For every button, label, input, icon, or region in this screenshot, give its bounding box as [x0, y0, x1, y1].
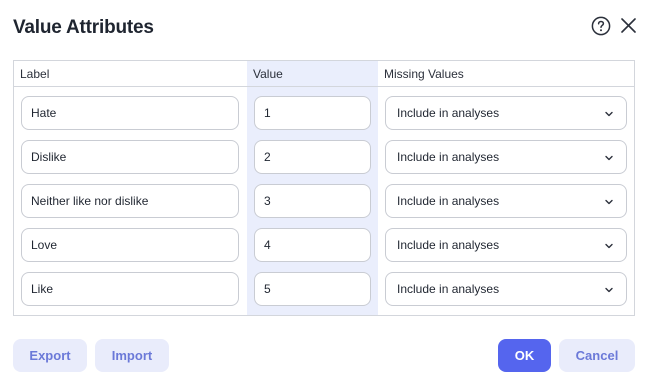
- missing-values-select[interactable]: Include in analyses: [385, 272, 627, 306]
- value-field[interactable]: 3: [254, 184, 371, 218]
- label-field[interactable]: Hate: [21, 96, 239, 130]
- column-header-value: Value: [253, 67, 283, 81]
- label-field[interactable]: Love: [21, 228, 239, 262]
- chevron-down-icon: [605, 199, 613, 205]
- missing-values-select[interactable]: Include in analyses: [385, 140, 627, 174]
- export-button[interactable]: Export: [13, 339, 87, 372]
- help-icon[interactable]: [591, 16, 611, 36]
- column-header-missing-values: Missing Values: [384, 67, 464, 81]
- chevron-down-icon: [605, 155, 613, 161]
- table-header: Label Value Missing Values: [14, 61, 634, 87]
- table-row: Love 4 Include in analyses: [14, 228, 634, 264]
- table-row: Neither like nor dislike 3 Include in an…: [14, 184, 634, 220]
- missing-values-select-text: Include in analyses: [397, 106, 500, 120]
- dialog-title: Value Attributes: [13, 17, 154, 38]
- value-attributes-dialog: Value Attributes Label Value Missing Val…: [0, 0, 648, 383]
- value-field[interactable]: 2: [254, 140, 371, 174]
- value-field[interactable]: 5: [254, 272, 371, 306]
- close-icon[interactable]: [620, 17, 637, 34]
- value-attributes-table: Label Value Missing Values Hate 1 Includ…: [13, 60, 635, 316]
- value-field[interactable]: 1: [254, 96, 371, 130]
- label-field[interactable]: Neither like nor dislike: [21, 184, 239, 218]
- missing-values-select[interactable]: Include in analyses: [385, 96, 627, 130]
- label-field[interactable]: Like: [21, 272, 239, 306]
- missing-values-select-text: Include in analyses: [397, 238, 500, 252]
- missing-values-select-text: Include in analyses: [397, 194, 500, 208]
- missing-values-select[interactable]: Include in analyses: [385, 184, 627, 218]
- table-row: Like 5 Include in analyses: [14, 272, 634, 308]
- missing-values-select-text: Include in analyses: [397, 150, 500, 164]
- cancel-button[interactable]: Cancel: [559, 339, 635, 372]
- ok-button[interactable]: OK: [498, 339, 551, 372]
- value-field[interactable]: 4: [254, 228, 371, 262]
- table-row: Hate 1 Include in analyses: [14, 96, 634, 132]
- chevron-down-icon: [605, 111, 613, 117]
- chevron-down-icon: [605, 243, 613, 249]
- label-field[interactable]: Dislike: [21, 140, 239, 174]
- import-button[interactable]: Import: [95, 339, 169, 372]
- missing-values-select-text: Include in analyses: [397, 282, 500, 296]
- table-row: Dislike 2 Include in analyses: [14, 140, 634, 176]
- column-header-label: Label: [20, 67, 50, 81]
- missing-values-select[interactable]: Include in analyses: [385, 228, 627, 262]
- chevron-down-icon: [605, 287, 613, 293]
